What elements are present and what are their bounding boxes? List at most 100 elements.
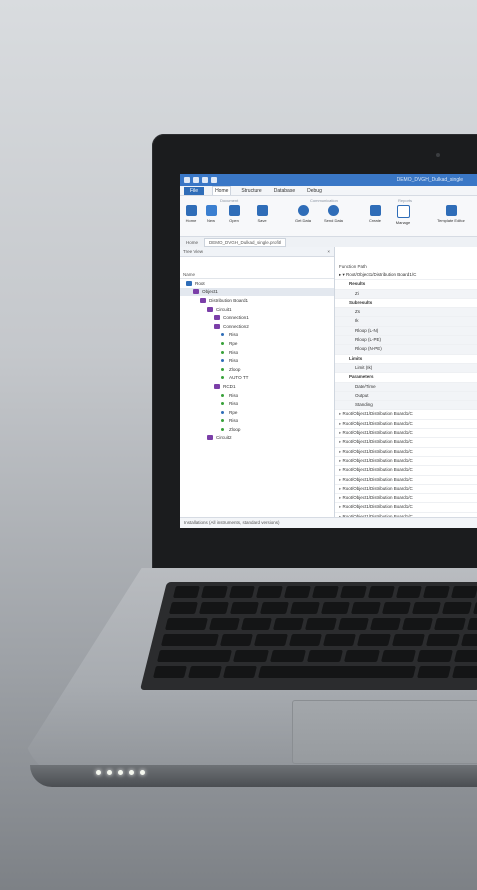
get-data-label: Get Data <box>294 218 311 223</box>
tree-node[interactable]: Riso <box>180 417 334 426</box>
tree-node-label: Riso <box>229 392 239 398</box>
breadcrumb-home[interactable]: Home <box>186 240 198 245</box>
field-group-header: Subresults <box>335 299 477 309</box>
measurement-dot-icon <box>221 393 224 397</box>
tree-node-label: Connection1 <box>223 315 249 321</box>
tree-node[interactable]: AUTO TT <box>180 374 334 383</box>
menu-bar: File Home Structure Database Debug <box>180 186 477 196</box>
tree-view-pane: Tree View × Name Root Object1 Distribution… <box>180 247 335 518</box>
send-data-button[interactable]: Send Data <box>324 205 343 223</box>
tree-column-header[interactable]: Name <box>180 271 334 279</box>
path-row[interactable]: ▸ Root/Object1/Distribution Board1/C <box>335 438 477 448</box>
expanded-path-row[interactable]: ▸ ▾ Root/Object1/Distribution Board1/C <box>335 271 477 281</box>
field-row[interactable]: Zi <box>335 289 477 299</box>
field-row[interactable]: Output <box>335 391 477 402</box>
tree-node[interactable]: Circuit1 <box>180 305 334 314</box>
tree-node[interactable]: Object1 <box>180 287 334 297</box>
board-icon <box>200 297 206 303</box>
open-button[interactable]: Open <box>225 205 243 223</box>
status-led <box>140 770 145 775</box>
field-row[interactable]: Zs <box>335 308 477 318</box>
field-row[interactable]: Rloop (L-PE) <box>335 336 477 346</box>
path-row[interactable]: ▸ Root/Object1/Distribution Board1/C <box>335 420 477 430</box>
status-led <box>107 770 112 775</box>
measurement-dot-icon <box>221 333 224 337</box>
field-group-header: Parameters <box>335 373 477 383</box>
tree-node[interactable]: Zloop <box>180 365 334 374</box>
download-icon <box>297 205 309 216</box>
path-row[interactable]: ▸ Root/Object1/Distribution Board1/C <box>335 485 477 495</box>
undo-quick-icon[interactable] <box>202 177 208 183</box>
board-icon <box>207 435 213 441</box>
close-icon[interactable]: × <box>327 247 330 256</box>
field-row[interactable]: Ik <box>335 317 477 327</box>
measurement-dot-icon <box>221 341 224 345</box>
tree-node[interactable]: Distribution Board1 <box>180 296 334 305</box>
field-row[interactable]: Date/Time <box>335 382 477 392</box>
tree-node[interactable]: Zloop <box>180 425 334 434</box>
tree-node[interactable]: Circuit2 <box>180 434 334 443</box>
field-row[interactable]: Limit (Ik) <box>335 363 477 374</box>
field-row[interactable]: Standing <box>335 401 477 411</box>
tree-node[interactable]: Riso <box>180 391 334 400</box>
tab-structure[interactable]: Structure <box>239 187 263 195</box>
path-row[interactable]: ▸ Root/Object1/Distribution Board1/C <box>335 476 477 485</box>
path-row[interactable]: ▸ Root/Object1/Distribution Board1/C <box>335 503 477 513</box>
tree-node[interactable]: Riso <box>180 348 334 357</box>
create-button[interactable]: Create <box>366 205 384 223</box>
group-communication-label: Communication <box>310 198 338 203</box>
tree-node-label: Zloop <box>229 426 241 432</box>
document-tab[interactable]: DEMO_DVGH_Dulkad_single.profitl <box>204 237 287 247</box>
field-row[interactable]: Rloop (N-PE) <box>335 345 477 355</box>
tree-node-label: Riso <box>229 401 239 407</box>
save-icon <box>256 205 268 216</box>
keyboard-row-bottom <box>156 650 477 662</box>
save-button[interactable]: Save <box>253 205 271 223</box>
path-label: Root/Object1/Distribution Board1/C <box>342 448 413 454</box>
path-row[interactable]: ▸ Root/Object1/Distribution Board1/C <box>335 410 477 420</box>
tree-node-label: Distribution Board1 <box>209 297 249 303</box>
print-quick-icon[interactable] <box>211 177 217 183</box>
path-row[interactable]: ▸ Root/Object1/Distribution Board1/C <box>335 466 477 476</box>
manage-button[interactable]: Manage <box>394 205 412 225</box>
detail-field-list: Results Zi Subresults Zs Ik Rloop (L-N) Rloop … <box>335 280 477 411</box>
save-quick-icon[interactable] <box>193 177 199 183</box>
path-row[interactable]: ▸ Root/Object1/Distribution Board1/C <box>335 429 477 439</box>
tree-node[interactable]: Rpe <box>180 339 334 348</box>
tree-node[interactable]: Riso <box>180 399 334 408</box>
measurement-dot-icon <box>221 367 224 371</box>
new-button[interactable]: New <box>202 205 220 223</box>
tree-node-label: AUTO TT <box>229 375 249 381</box>
template-icon <box>445 205 457 216</box>
tree-node[interactable]: Root <box>180 279 334 288</box>
path-row[interactable]: ▸ Root/Object1/Distribution Board1/C <box>335 457 477 467</box>
tab-database[interactable]: Database <box>272 187 297 195</box>
tab-home[interactable]: Home <box>212 186 232 195</box>
tree-node[interactable]: Riso <box>180 356 334 365</box>
path-label: Root/Object1/Distribution Board1/C <box>342 439 413 445</box>
tree-node[interactable]: Riso <box>180 331 334 340</box>
path-row[interactable]: ▸ Root/Object1/Distribution Board1/C <box>335 448 477 457</box>
home-button[interactable]: Home <box>182 205 200 223</box>
new-button-label: New <box>206 218 215 223</box>
path-label: Root/Object1/Distribution Board1/C <box>342 430 413 436</box>
status-leds <box>96 770 145 775</box>
status-led <box>96 770 101 775</box>
get-data-button[interactable]: Get Data <box>294 205 312 223</box>
measurement-dot-icon <box>221 427 224 431</box>
tree-node[interactable]: Connection2 <box>180 322 334 331</box>
tree-node[interactable]: Rpe <box>180 408 334 417</box>
tree-node[interactable]: Connection1 <box>180 313 334 322</box>
path-label: Root/Object1/Distribution Board1/C <box>342 495 413 501</box>
keyboard-row-function <box>172 586 477 598</box>
path-row[interactable]: ▸ Root/Object1/Distribution Board1/C <box>335 494 477 504</box>
field-row[interactable]: Rloop (L-N) <box>335 326 477 337</box>
expand-arrow-icon[interactable]: ▸ ▾ <box>339 272 346 277</box>
table-icon <box>396 205 410 218</box>
template-editor-button[interactable]: Template Editor <box>434 205 468 223</box>
ribbon: Document Communication Reports Home New … <box>180 196 477 237</box>
keyboard-row-space <box>152 666 477 678</box>
tree-node[interactable]: RCD1 <box>180 382 334 391</box>
tab-debug[interactable]: Debug <box>305 187 324 195</box>
file-menu[interactable]: File <box>184 187 205 195</box>
